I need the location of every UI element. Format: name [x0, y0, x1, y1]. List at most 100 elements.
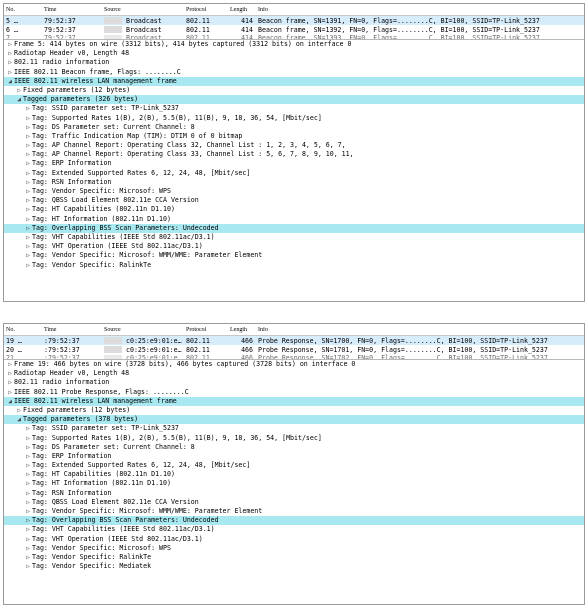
tree-node[interactable]: ▷ Fixed parameters (12 bytes): [4, 86, 584, 95]
tree-node[interactable]: ▷ Tag: RSN Information: [4, 178, 584, 187]
chevron-right-icon[interactable]: ▷: [24, 507, 32, 516]
tree-node[interactable]: ▷ Tag: VHT Capabilities (IEEE Std 802.11a…: [4, 233, 584, 242]
chevron-right-icon[interactable]: ▷: [24, 562, 32, 571]
chevron-right-icon[interactable]: ▷: [24, 535, 32, 544]
tree-node[interactable]: ▷ Tag: HT Information (802.11n D1.10): [4, 479, 584, 488]
tree-node[interactable]: ◢ Tagged parameters (378 bytes): [4, 415, 584, 425]
tree-node[interactable]: ▷ Tag: Traffic Indication Map (TIM): DTIM…: [4, 132, 584, 141]
tree-node[interactable]: ▷ Tag: VHT Operation (IEEE Std 802.11ac/D…: [4, 242, 584, 251]
tree-node[interactable]: ◢ IEEE 802.11 wireless LAN management fra…: [4, 76, 584, 86]
tree-node[interactable]: ▷ Tag: AP Channel Report: Operating Class…: [4, 150, 584, 159]
chevron-right-icon[interactable]: ▷: [24, 443, 32, 452]
chevron-right-icon[interactable]: ▷: [24, 479, 32, 488]
tree-node[interactable]: ▷ Radiotap Header v0, Length 48: [4, 369, 584, 378]
column-header-length[interactable]: Length: [228, 327, 256, 333]
tree-node[interactable]: ▷ Tag: Vendor Specific: Mediatek: [4, 562, 584, 571]
tree-node[interactable]: ▷ Tag: Supported Rates 1(B), 2(B), 5.5(B)…: [4, 434, 584, 443]
tree-node[interactable]: ▷ Frame 5: 414 bytes on wire (3312 bits),…: [4, 40, 584, 49]
chevron-right-icon[interactable]: ▷: [24, 434, 32, 443]
column-header-protocol[interactable]: Protocol: [184, 327, 228, 333]
column-header-info[interactable]: Info: [256, 7, 584, 13]
tree-node[interactable]: ▷ Tag: Vendor Specific: RalinkTe: [4, 553, 584, 562]
chevron-right-icon[interactable]: ▷: [24, 224, 32, 233]
tree-node[interactable]: ▷ Radiotap Header v0, Length 48: [4, 49, 584, 58]
tree-node[interactable]: ▷ Tag: SSID parameter set: TP-Link_5237: [4, 424, 584, 433]
chevron-right-icon[interactable]: ▷: [6, 58, 14, 67]
chevron-right-icon[interactable]: ▷: [24, 553, 32, 562]
tree-node[interactable]: ▷ Tag: Vendor Specific: Microsof: WMM/WME…: [4, 251, 584, 260]
chevron-right-icon[interactable]: ▷: [24, 498, 32, 507]
tree-node[interactable]: ▷ Tag: DS Parameter set: Current Channel:…: [4, 443, 584, 452]
chevron-down-icon[interactable]: ◢: [6, 397, 14, 406]
column-header-source[interactable]: Source: [102, 7, 184, 13]
chevron-right-icon[interactable]: ▷: [6, 40, 14, 49]
column-header-time[interactable]: Time: [42, 7, 102, 13]
tree-node[interactable]: ▷ Tag: Extended Supported Rates 6, 12, 24…: [4, 461, 584, 470]
tree-node[interactable]: ▷ Tag: HT Capabilities (802.11n D1.10): [4, 205, 584, 214]
chevron-right-icon[interactable]: ▷: [24, 251, 32, 260]
chevron-right-icon[interactable]: ▷: [24, 150, 32, 159]
column-header-length[interactable]: Length: [228, 7, 256, 13]
tree-node[interactable]: ▷ Tag: Vendor Specific: RalinkTe: [4, 261, 584, 270]
tree-node[interactable]: ▷ 802.11 radio information: [4, 58, 584, 67]
chevron-right-icon[interactable]: ▷: [24, 123, 32, 132]
chevron-right-icon[interactable]: ▷: [24, 104, 32, 113]
tree-node[interactable]: ▷ Tag: Vendor Specific: Microsof: WMM/WME…: [4, 507, 584, 516]
chevron-right-icon[interactable]: ▷: [24, 424, 32, 433]
chevron-right-icon[interactable]: ▷: [6, 378, 14, 387]
chevron-right-icon[interactable]: ▷: [24, 205, 32, 214]
column-header-time[interactable]: Time: [42, 327, 102, 333]
tree-node[interactable]: ▷ 802.11 radio information: [4, 378, 584, 387]
tree-node[interactable]: ▷ Tag: RSN Information: [4, 489, 584, 498]
tree-node[interactable]: ▷ Tag: VHT Capabilities (IEEE Std 802.11a…: [4, 525, 584, 534]
packet-row[interactable]: 6 … 79:52:37 Broadcast 802.11 414 Beacon fram…: [4, 25, 584, 34]
chevron-right-icon[interactable]: ▷: [24, 141, 32, 150]
tree-node[interactable]: ▷ Tag: QBSS Load Element 802.11e CCA Vers…: [4, 498, 584, 507]
tree-node[interactable]: ▷ Frame 19: 466 bytes on wire (3728 bits)…: [4, 360, 584, 369]
column-header-info[interactable]: Info: [256, 327, 584, 333]
chevron-right-icon[interactable]: ▷: [24, 516, 32, 525]
column-header-protocol[interactable]: Protocol: [184, 7, 228, 13]
tree-node[interactable]: ▷ Tag: VHT Operation (IEEE Std 802.11ac/D…: [4, 535, 584, 544]
chevron-right-icon[interactable]: ▷: [24, 169, 32, 178]
chevron-right-icon[interactable]: ▷: [24, 215, 32, 224]
chevron-right-icon[interactable]: ▷: [6, 360, 14, 369]
column-header-source[interactable]: Source: [102, 327, 184, 333]
packet-row[interactable]: 20 …:79:52:37 c0:25:e9:01:e… 802.11 466 Prob…: [4, 345, 584, 354]
tree-node[interactable]: ▷ IEEE 802.11 Beacon frame, Flags: ......…: [4, 68, 584, 77]
tree-node[interactable]: ▷ Tag: Extended Supported Rates 6, 12, 24…: [4, 169, 584, 178]
tree-node[interactable]: ▷ Tag: DS Parameter set: Current Channel:…: [4, 123, 584, 132]
tree-node[interactable]: ▷ Tag: Supported Rates 1(B), 2(B), 5.5(B)…: [4, 114, 584, 123]
packet-row[interactable]: 7 … 79:52:37 Broadcast 802.11 414 Beacon fram…: [4, 34, 584, 39]
chevron-down-icon[interactable]: ◢: [6, 77, 14, 86]
tree-node[interactable]: ▷ Tag: HT Capabilities (802.11n D1.10): [4, 470, 584, 479]
tree-node[interactable]: ▷ Tag: ERP Information: [4, 159, 584, 168]
chevron-down-icon[interactable]: ◢: [15, 95, 23, 104]
tree-node[interactable]: ▷ Tag: QBSS Load Element 802.11e CCA Vers…: [4, 196, 584, 205]
tree-node[interactable]: ▷ Tag: Overlapping BSS Scan Parameters: U…: [4, 516, 584, 526]
packet-row[interactable]: 19 …:79:52:37 c0:25:e9:01:e… 802.11 466 Prob…: [4, 336, 584, 345]
chevron-right-icon[interactable]: ▷: [24, 132, 32, 141]
chevron-right-icon[interactable]: ▷: [24, 544, 32, 553]
chevron-right-icon[interactable]: ▷: [24, 187, 32, 196]
tree-node[interactable]: ▷ IEEE 802.11 Probe Response, Flags: ....…: [4, 388, 584, 397]
chevron-right-icon[interactable]: ▷: [24, 178, 32, 187]
chevron-right-icon[interactable]: ▷: [24, 470, 32, 479]
tree-node[interactable]: ▷ Tag: SSID parameter set: TP-Link_5237: [4, 104, 584, 113]
chevron-right-icon[interactable]: ▷: [15, 86, 23, 95]
tree-node[interactable]: ▷ Tag: Overlapping BSS Scan Parameters: U…: [4, 223, 584, 233]
chevron-right-icon[interactable]: ▷: [24, 261, 32, 270]
tree-node[interactable]: ▷ Tag: Vendor Specific: Microsof: WPS: [4, 544, 584, 553]
packet-row[interactable]: 21 …:79:52:37 c0:25:e9:01:e… 802.11 466 Prob…: [4, 354, 584, 359]
chevron-right-icon[interactable]: ▷: [24, 461, 32, 470]
tree-node[interactable]: ◢ IEEE 802.11 wireless LAN management fra…: [4, 396, 584, 406]
chevron-right-icon[interactable]: ▷: [24, 242, 32, 251]
tree-node[interactable]: ◢ Tagged parameters (326 bytes): [4, 95, 584, 105]
tree-node[interactable]: ▷ Fixed parameters (12 bytes): [4, 406, 584, 415]
chevron-right-icon[interactable]: ▷: [24, 233, 32, 242]
tree-node[interactable]: ▷ Tag: AP Channel Report: Operating Class…: [4, 141, 584, 150]
chevron-right-icon[interactable]: ▷: [6, 388, 14, 397]
chevron-right-icon[interactable]: ▷: [6, 49, 14, 58]
chevron-down-icon[interactable]: ◢: [15, 415, 23, 424]
chevron-right-icon[interactable]: ▷: [24, 489, 32, 498]
